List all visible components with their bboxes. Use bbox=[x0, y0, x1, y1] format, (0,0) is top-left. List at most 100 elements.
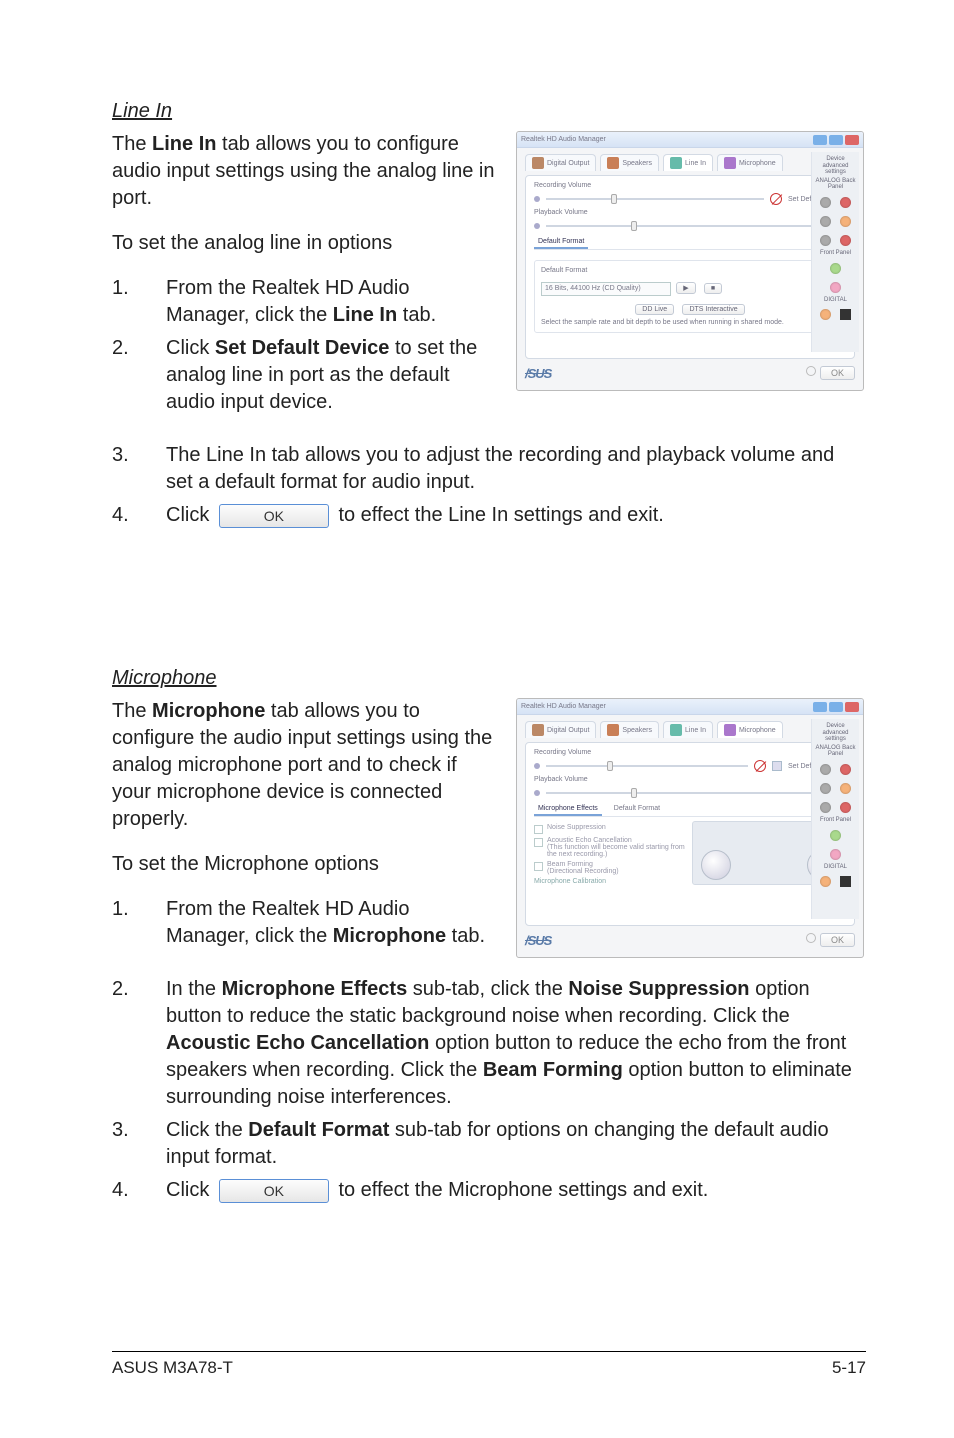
balance-icon[interactable] bbox=[534, 196, 540, 202]
recording-volume-label: Recording Volume bbox=[534, 749, 846, 756]
jack-icon[interactable] bbox=[830, 830, 841, 841]
text: Click bbox=[166, 1179, 215, 1201]
balance-icon[interactable] bbox=[534, 763, 540, 769]
front-panel-label: Front Panel bbox=[815, 817, 856, 824]
mute-icon[interactable] bbox=[754, 760, 766, 772]
tab-line-in[interactable]: Line In bbox=[663, 154, 713, 171]
window-title: Realtek HD Audio Manager bbox=[521, 703, 606, 710]
dd-live-button[interactable]: DD Live bbox=[635, 304, 674, 315]
text: In the bbox=[166, 978, 222, 1000]
tab-microphone[interactable]: Microphone bbox=[717, 154, 783, 171]
line-in-intro: The Line In tab allows you to configure … bbox=[112, 131, 498, 212]
echo-cancel-checkbox[interactable] bbox=[534, 838, 543, 847]
playback-volume-slider[interactable] bbox=[546, 225, 828, 227]
playback-volume-slider[interactable] bbox=[546, 792, 828, 794]
dialog-ok-button[interactable]: OK bbox=[820, 933, 855, 947]
text: to effect the Line In settings and exit. bbox=[333, 504, 664, 526]
recording-volume-label: Recording Volume bbox=[534, 182, 846, 189]
tab-line-in[interactable]: Line In bbox=[663, 721, 713, 738]
recording-volume-slider[interactable] bbox=[546, 198, 764, 200]
tab-speakers[interactable]: Speakers bbox=[600, 154, 659, 171]
dialog-ok-button[interactable]: OK bbox=[820, 366, 855, 380]
text-bold: Line In bbox=[333, 304, 397, 326]
line-in-step1: From the Realtek HD Audio Manager, click… bbox=[166, 275, 496, 329]
close-icon[interactable] bbox=[845, 135, 859, 145]
noise-suppression-checkbox[interactable] bbox=[534, 825, 543, 834]
tab-speakers[interactable]: Speakers bbox=[600, 721, 659, 738]
jack-icon[interactable] bbox=[820, 309, 831, 320]
jack-icon[interactable] bbox=[820, 235, 831, 246]
tab-label: Digital Output bbox=[547, 160, 589, 167]
list-number: 2. bbox=[112, 976, 166, 1111]
sample-rate-combo[interactable]: 16 Bits, 44100 Hz (CD Quality) bbox=[541, 282, 671, 296]
text-bold: Acoustic Echo Cancellation bbox=[166, 1032, 429, 1054]
tab-microphone[interactable]: Microphone bbox=[717, 721, 783, 738]
jack-icon[interactable] bbox=[820, 802, 831, 813]
echo-cancel-label: Acoustic Echo Cancellation (This functio… bbox=[547, 837, 686, 858]
jack-icon[interactable] bbox=[840, 235, 851, 246]
test-stop-button[interactable]: ■ bbox=[704, 283, 722, 294]
info-icon[interactable] bbox=[806, 366, 816, 376]
device-advanced-link[interactable]: Device advanced settings bbox=[815, 156, 856, 176]
spdif-icon[interactable] bbox=[840, 309, 851, 320]
jack-icon[interactable] bbox=[840, 197, 851, 208]
jack-icon[interactable] bbox=[820, 216, 831, 227]
device-advanced-link[interactable]: Device advanced settings bbox=[815, 723, 856, 743]
jack-icon[interactable] bbox=[830, 263, 841, 274]
mic-effects-subtab[interactable]: Microphone Effects bbox=[534, 803, 602, 816]
list-number: 3. bbox=[112, 1117, 166, 1171]
balance-icon[interactable] bbox=[534, 790, 540, 796]
maximize-icon[interactable] bbox=[829, 135, 843, 145]
jack-icon[interactable] bbox=[840, 802, 851, 813]
jack-icon[interactable] bbox=[840, 764, 851, 775]
recording-volume-slider[interactable] bbox=[546, 765, 748, 767]
balance-icon[interactable] bbox=[534, 223, 540, 229]
line-in-step2: Click Set Default Device to set the anal… bbox=[166, 335, 496, 416]
maximize-icon[interactable] bbox=[829, 702, 843, 712]
default-format-subtab[interactable]: Default Format bbox=[610, 803, 664, 816]
dts-interactive-button[interactable]: DTS Interactive bbox=[682, 304, 744, 315]
list-number: 1. bbox=[112, 275, 166, 329]
minimize-icon[interactable] bbox=[813, 135, 827, 145]
line-in-screenshot: Realtek HD Audio Manager Digital Output … bbox=[516, 131, 864, 391]
close-icon[interactable] bbox=[845, 702, 859, 712]
ok-button[interactable]: OK bbox=[219, 1179, 329, 1203]
jack-icon[interactable] bbox=[820, 876, 831, 887]
footer-model: ASUS M3A78-T bbox=[112, 1358, 233, 1378]
tab-digital-output[interactable]: Digital Output bbox=[525, 721, 596, 738]
minimize-icon[interactable] bbox=[813, 702, 827, 712]
jack-icon[interactable] bbox=[830, 849, 841, 860]
jack-icon[interactable] bbox=[820, 764, 831, 775]
info-icon[interactable] bbox=[806, 933, 816, 943]
text-bold: Microphone bbox=[152, 700, 265, 722]
speaker-icon bbox=[607, 157, 619, 169]
asus-logo: /SUS bbox=[525, 366, 551, 381]
boost-icon[interactable] bbox=[772, 761, 782, 771]
direction-dial[interactable] bbox=[701, 850, 731, 880]
text: Click bbox=[166, 337, 215, 359]
speaker-icon bbox=[607, 724, 619, 736]
jack-icon[interactable] bbox=[820, 783, 831, 794]
text: tab. bbox=[397, 304, 436, 326]
line-in-toset: To set the analog line in options bbox=[112, 230, 498, 257]
jack-icon[interactable] bbox=[840, 216, 851, 227]
text: sub-tab, click the bbox=[407, 978, 568, 1000]
mic-step1: From the Realtek HD Audio Manager, click… bbox=[166, 896, 496, 950]
jack-icon[interactable] bbox=[840, 783, 851, 794]
mute-icon[interactable] bbox=[770, 193, 782, 205]
jack-icon[interactable] bbox=[820, 197, 831, 208]
tab-digital-output[interactable]: Digital Output bbox=[525, 154, 596, 171]
analog-label: ANALOG Back Panel bbox=[815, 178, 856, 191]
list-number: 4. bbox=[112, 502, 166, 529]
default-format-subtab[interactable]: Default Format bbox=[534, 236, 588, 249]
beam-forming-checkbox[interactable] bbox=[534, 862, 543, 871]
test-play-button[interactable]: ▶ bbox=[676, 282, 695, 294]
jack-icon[interactable] bbox=[830, 282, 841, 293]
mic-calibration-link[interactable]: Microphone Calibration bbox=[534, 878, 686, 885]
text-bold: Microphone Effects bbox=[222, 978, 408, 1000]
speaker-icon bbox=[532, 157, 544, 169]
spdif-icon[interactable] bbox=[840, 876, 851, 887]
ok-button[interactable]: OK bbox=[219, 504, 329, 528]
text: tab. bbox=[446, 925, 485, 947]
asus-logo: /SUS bbox=[525, 933, 551, 948]
